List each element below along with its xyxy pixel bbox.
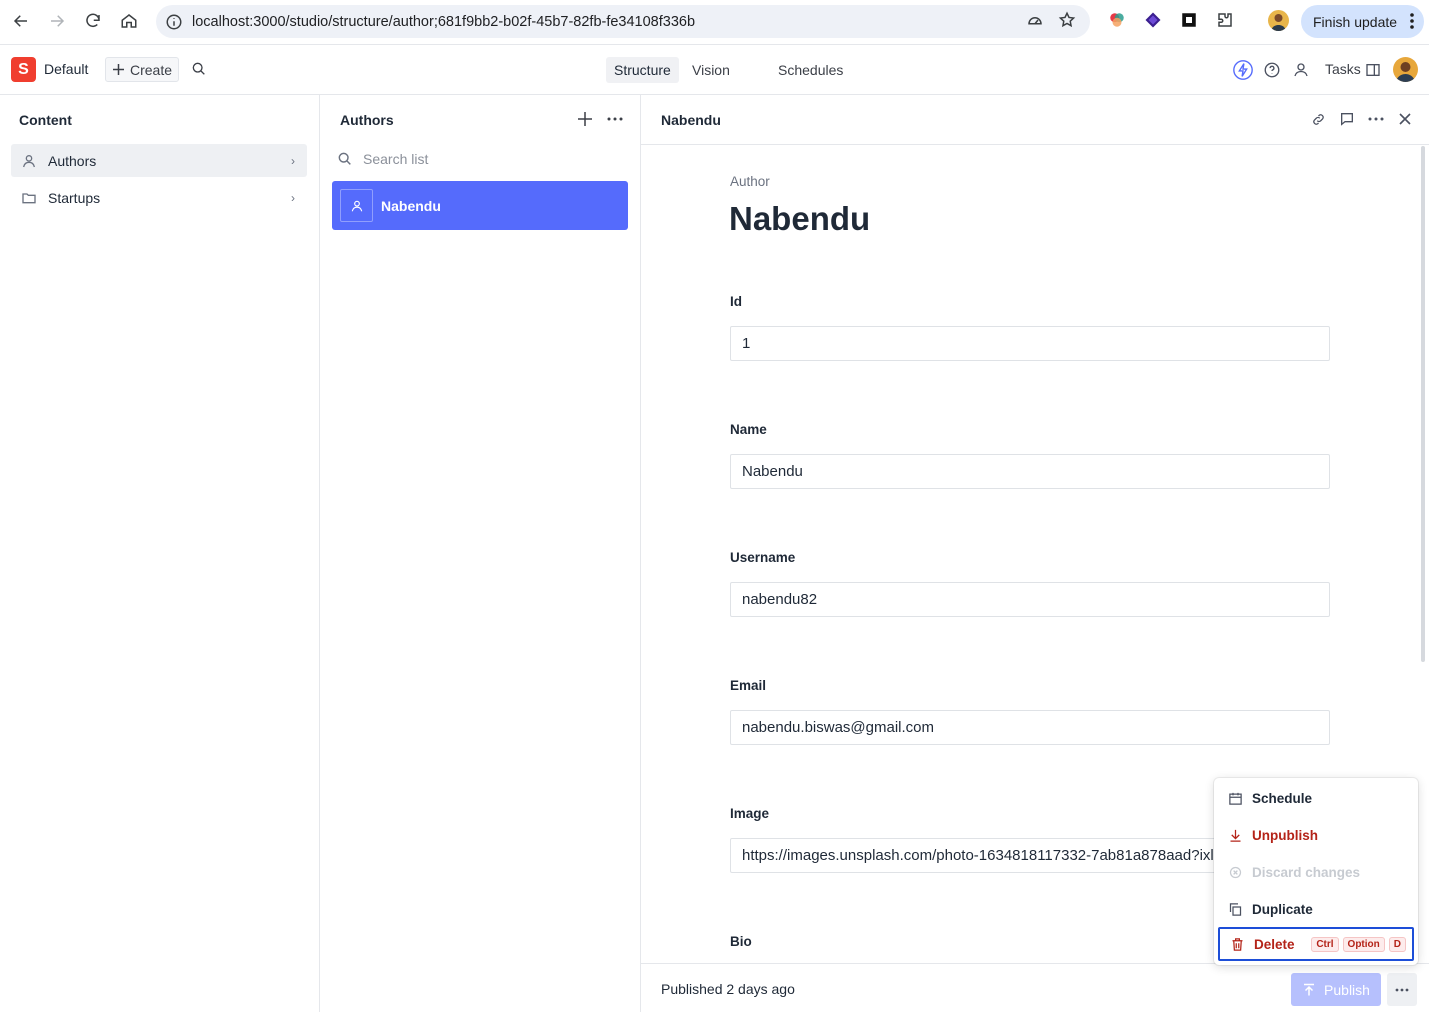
user-icon (340, 189, 373, 222)
document-actions-menu: Schedule Unpublish Discard changes Dupli… (1214, 778, 1418, 965)
address-bar[interactable]: localhost:3000/studio/structure/author;6… (156, 5, 1090, 38)
browser-toolbar: localhost:3000/studio/structure/author;6… (0, 0, 1429, 45)
username-field[interactable]: nabendu82 (730, 582, 1330, 617)
menu-item-duplicate[interactable]: Duplicate (1218, 893, 1414, 926)
authors-list-pane: Authors Search list Nabendu (320, 95, 641, 1012)
nav-item-label: Authors (48, 152, 97, 169)
field-label-id: Id (730, 294, 742, 309)
bookmark-star-icon[interactable] (1056, 9, 1078, 31)
home-icon[interactable] (117, 9, 141, 33)
create-label: Create (130, 61, 173, 78)
search-placeholder: Search list (363, 151, 429, 167)
publish-arrow-icon (1302, 983, 1316, 997)
menu-item-discard-changes[interactable]: Discard changes (1218, 856, 1414, 889)
trash-icon (1229, 936, 1245, 952)
field-label-name: Name (730, 422, 767, 437)
tab-vision[interactable]: Vision (684, 57, 738, 83)
tasks-label[interactable]: Tasks (1325, 61, 1361, 77)
nav-item-authors[interactable]: Authors › (11, 144, 307, 177)
content-pane-title: Content (19, 112, 72, 128)
discard-icon (1227, 865, 1243, 881)
email-field[interactable]: nabendu.biswas@gmail.com (730, 710, 1330, 745)
plus-icon (112, 63, 125, 76)
publish-label: Publish (1324, 981, 1370, 998)
studio-navbar: S Default Create Structure Vision Schedu… (0, 45, 1429, 95)
document-footer: Published 2 days ago Publish (641, 963, 1429, 1012)
field-label-image: Image (730, 806, 770, 821)
lightning-icon[interactable] (1232, 59, 1254, 81)
frame-extension-icon[interactable] (1179, 10, 1199, 30)
document-scrollbar[interactable] (1421, 146, 1425, 662)
search-icon (337, 151, 353, 167)
url-text[interactable]: localhost:3000/studio/structure/author;6… (192, 14, 695, 30)
keyboard-shortcut: Ctrl Option D (1307, 937, 1406, 952)
menu-item-label: Duplicate (1252, 902, 1313, 917)
field-label-username: Username (730, 550, 796, 565)
menu-item-delete[interactable]: Delete Ctrl Option D (1218, 927, 1414, 961)
list-search-input[interactable]: Search list (337, 147, 617, 171)
document-menu-ellipsis-icon[interactable] (1366, 109, 1386, 129)
performance-icon[interactable] (1024, 9, 1046, 31)
nav-item-startups[interactable]: Startups › (11, 181, 307, 214)
browser-profile-avatar[interactable] (1268, 10, 1289, 31)
document-actions-menu-button[interactable] (1387, 973, 1417, 1006)
workspace-name[interactable]: Default (44, 61, 88, 77)
link-icon[interactable] (1308, 109, 1328, 129)
menu-item-label: Discard changes (1252, 865, 1361, 880)
list-menu-ellipsis-icon[interactable] (607, 117, 623, 121)
user-avatar[interactable] (1393, 57, 1418, 82)
search-icon[interactable] (191, 61, 209, 79)
calendar-icon (1227, 791, 1243, 807)
duplicate-icon (1227, 902, 1243, 918)
unpublish-download-icon (1227, 828, 1243, 844)
comment-icon[interactable] (1337, 109, 1357, 129)
menu-item-label: Delete (1254, 936, 1295, 952)
back-icon[interactable] (9, 9, 33, 33)
shortcut-key: D (1388, 937, 1406, 952)
document-type-label: Author (730, 174, 770, 189)
document-list-item[interactable]: Nabendu (332, 181, 628, 230)
list-pane-title: Authors (340, 112, 394, 128)
add-document-plus-icon[interactable] (577, 111, 593, 127)
tab-structure[interactable]: Structure (606, 57, 679, 83)
tab-schedules[interactable]: Schedules (770, 57, 851, 83)
reload-icon[interactable] (81, 9, 105, 33)
name-field[interactable]: Nabendu (730, 454, 1330, 489)
help-icon[interactable] (1261, 59, 1283, 81)
field-label-email: Email (730, 678, 767, 693)
shortcut-key: Option (1342, 937, 1385, 952)
menu-item-schedule[interactable]: Schedule (1218, 782, 1414, 815)
id-field[interactable]: 1 (730, 326, 1330, 361)
finish-update-label: Finish update (1313, 13, 1398, 30)
sanity-logo-icon[interactable]: S (11, 57, 36, 82)
panel-toggle-icon[interactable] (1362, 59, 1384, 81)
site-info-icon[interactable] (165, 13, 183, 31)
field-label-bio: Bio (730, 934, 752, 949)
create-button[interactable]: Create (105, 57, 179, 82)
publish-status: Published 2 days ago (661, 981, 795, 997)
publish-button[interactable]: Publish (1291, 973, 1381, 1006)
close-icon[interactable] (1395, 109, 1415, 129)
document-header: Nabendu (641, 95, 1429, 145)
finish-update-button[interactable]: Finish update (1301, 5, 1424, 38)
forward-icon[interactable] (45, 9, 69, 33)
extensions-puzzle-icon[interactable] (1215, 10, 1235, 30)
nav-item-label: Startups (48, 189, 101, 206)
people-icon[interactable] (1290, 59, 1312, 81)
chevron-right-icon: › (291, 153, 295, 168)
user-icon (21, 153, 37, 169)
menu-item-label: Unpublish (1252, 828, 1318, 843)
shortcut-key: Ctrl (1311, 937, 1339, 952)
chevron-right-icon: › (291, 190, 295, 205)
diamond-extension-icon[interactable] (1143, 10, 1163, 30)
menu-item-unpublish[interactable]: Unpublish (1218, 819, 1414, 852)
color-extension-icon[interactable] (1107, 10, 1127, 30)
menu-item-label: Schedule (1252, 791, 1313, 806)
document-header-title: Nabendu (661, 112, 721, 128)
document-title-heading: Nabendu (729, 200, 871, 237)
kebab-menu-icon[interactable] (1410, 13, 1414, 29)
folder-icon (21, 190, 37, 206)
content-pane: Content Authors › Startups › (0, 95, 320, 1012)
document-title: Nabendu (381, 197, 441, 214)
